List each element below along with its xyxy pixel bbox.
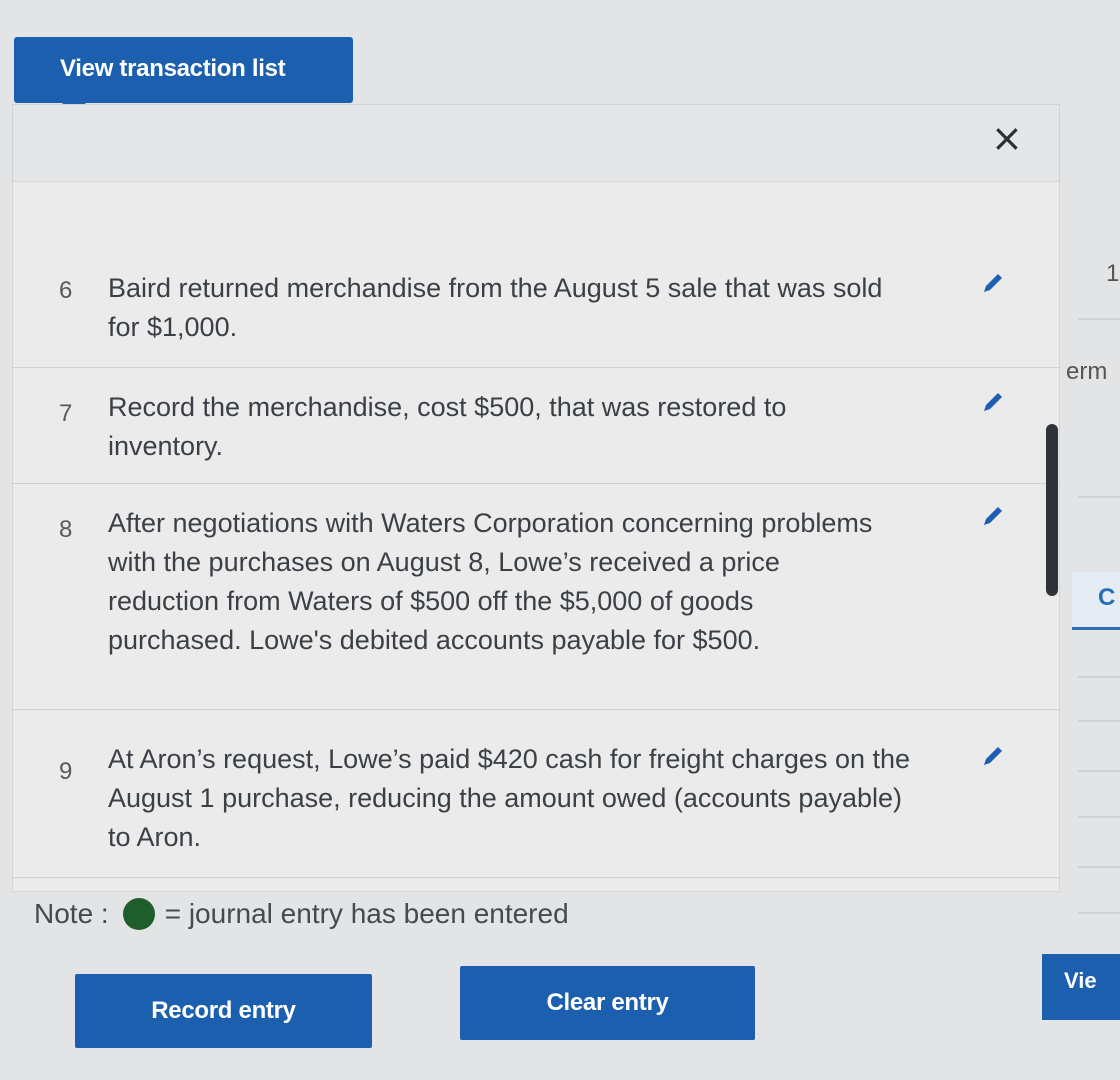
note: Note : = journal entry has been entered [34,898,569,930]
background-fragment-view: Vie [1064,968,1097,993]
background-c-tab[interactable]: C [1072,572,1120,630]
background-form-partial: 1 erm C Vie [1042,120,1120,1080]
clear-entry-button[interactable]: Clear entry [460,966,755,1040]
transaction-row[interactable]: 7 Record the merchandise, cost $500, tha… [13,367,1059,483]
transaction-row[interactable]: 9 At Aron’s request, Lowe’s paid $420 ca… [13,709,1059,873]
background-divider [1078,912,1120,914]
transaction-description: Record the merchandise, cost $500, that … [108,392,787,461]
record-entry-button[interactable]: Record entry [75,974,372,1048]
pencil-icon[interactable] [981,390,1005,414]
background-fragment-terms: erm [1066,358,1108,385]
note-label: Note : [34,898,109,929]
background-divider [1078,866,1120,868]
transaction-number: 6 [59,277,73,304]
close-icon[interactable]: × [991,119,1023,157]
transaction-row[interactable]: 6 Baird returned merchandise from the Au… [13,251,1059,367]
view-transaction-list-label: View transaction list [60,55,286,82]
pencil-icon[interactable] [981,744,1005,768]
transaction-number: 8 [59,516,73,543]
green-dot-icon [122,898,155,930]
background-fragment-c: C [1098,584,1116,611]
background-divider [1078,770,1120,772]
panel-divider [13,877,1059,891]
transaction-number: 7 [59,400,73,427]
transaction-description: After negotiations with Waters Corporati… [108,508,873,655]
transaction-description: At Aron’s request, Lowe’s paid $420 cash… [108,744,911,852]
pencil-icon[interactable] [981,271,1005,295]
transaction-number: 9 [59,758,73,785]
transaction-row[interactable]: 8 After negotiations with Waters Corpora… [13,483,1059,709]
background-divider [1078,318,1120,320]
background-fragment-one: 1 [1106,260,1120,287]
note-text: = journal entry has been entered [164,898,569,929]
transaction-description: Baird returned merchandise from the Augu… [108,273,883,342]
background-divider [1078,496,1120,498]
panel-header: × [13,105,1059,182]
pencil-icon[interactable] [981,504,1005,528]
background-divider [1078,676,1120,678]
background-divider [1078,720,1120,722]
background-divider [1078,816,1120,818]
background-view-button[interactable]: Vie [1042,954,1120,1020]
transaction-list-panel: × 6 Baird returned merchandise from the … [12,104,1060,892]
view-transaction-list-tab[interactable]: View transaction list [14,37,353,113]
scrollbar-thumb[interactable] [1046,424,1058,596]
